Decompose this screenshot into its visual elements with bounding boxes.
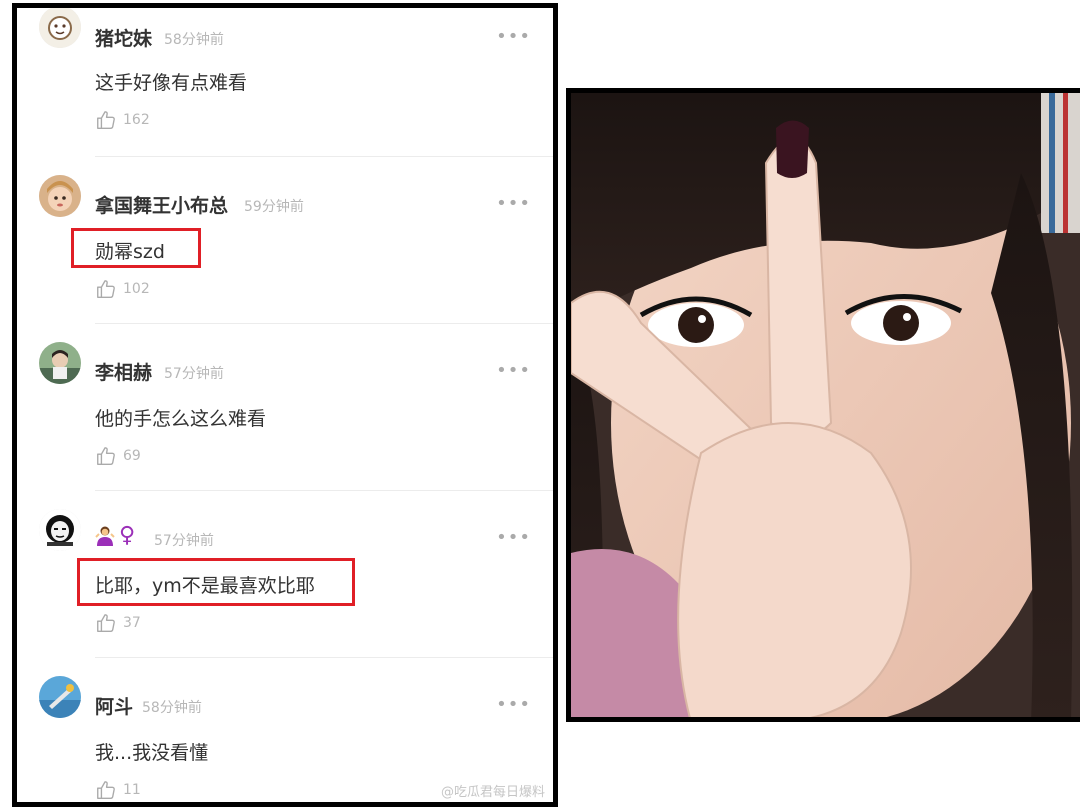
timestamp: 57分钟前	[164, 366, 224, 382]
comment-text: 这手好像有点难看	[95, 72, 248, 94]
user-avatar[interactable]	[39, 175, 81, 217]
watermark: @吃瓜君每日爆料	[440, 785, 545, 800]
venus-symbol-icon: ♀	[119, 523, 136, 548]
thumbs-up-icon	[97, 447, 115, 465]
username[interactable]: 拿国舞王小布总	[95, 191, 228, 218]
thumbs-up-icon	[97, 781, 115, 799]
selfie-photo	[566, 88, 1080, 722]
comment-text: 他的手怎么这么难看	[95, 408, 267, 430]
like-button[interactable]: 11	[95, 778, 141, 802]
user-avatar[interactable]	[39, 8, 81, 48]
photo-illustration	[571, 93, 1080, 717]
comment-text: 比耶，ym不是最喜欢比耶	[95, 575, 315, 597]
more-options-icon[interactable]: •••	[496, 195, 531, 213]
username[interactable]: 阿斗	[95, 692, 133, 719]
person-shrugging-icon	[95, 525, 115, 547]
more-options-icon[interactable]: •••	[496, 696, 531, 714]
username[interactable]: ♀ 🤷‍♀️♀️	[95, 525, 135, 547]
timestamp: 58分钟前	[164, 32, 224, 48]
more-options-icon[interactable]: •••	[496, 529, 531, 547]
thumbs-up-icon	[97, 111, 115, 129]
user-avatar[interactable]	[39, 676, 81, 718]
comment-item: 李相赫 57分钟前 ••• 他的手怎么这么难看 69	[17, 324, 553, 491]
comment-text: 勋幂szd	[95, 241, 165, 263]
user-avatar[interactable]	[39, 509, 81, 551]
comment-text: 我...我没看懂	[95, 742, 209, 764]
timestamp: 58分钟前	[142, 700, 202, 716]
user-avatar[interactable]	[39, 342, 81, 384]
like-button[interactable]: 162	[95, 108, 150, 132]
like-button[interactable]: 102	[95, 277, 150, 301]
more-options-icon[interactable]: •••	[496, 362, 531, 380]
like-count: 11	[123, 782, 141, 798]
username[interactable]: 李相赫	[95, 358, 152, 385]
comment-list-panel: 猪坨妹 58分钟前 ••• 这手好像有点难看 162 拿国舞王小布总 59分钟前…	[12, 3, 558, 807]
like-count: 162	[123, 112, 150, 128]
like-button[interactable]: 37	[95, 611, 141, 635]
comment-item: 拿国舞王小布总 59分钟前 ••• 勋幂szd 102	[17, 157, 553, 324]
username[interactable]: 猪坨妹	[95, 24, 152, 51]
comment-item: 猪坨妹 58分钟前 ••• 这手好像有点难看 162	[17, 8, 553, 157]
more-options-icon[interactable]: •••	[496, 28, 531, 46]
like-count: 37	[123, 615, 141, 631]
timestamp: 59分钟前	[244, 199, 304, 215]
thumbs-up-icon	[97, 280, 115, 298]
like-count: 69	[123, 448, 141, 464]
comment-item: ♀ 🤷‍♀️♀️ 57分钟前 ••• 比耶，ym不是最喜欢比耶 37	[17, 491, 553, 658]
timestamp: 57分钟前	[154, 533, 214, 549]
like-button[interactable]: 69	[95, 444, 141, 468]
thumbs-up-icon	[97, 614, 115, 632]
like-count: 102	[123, 281, 150, 297]
